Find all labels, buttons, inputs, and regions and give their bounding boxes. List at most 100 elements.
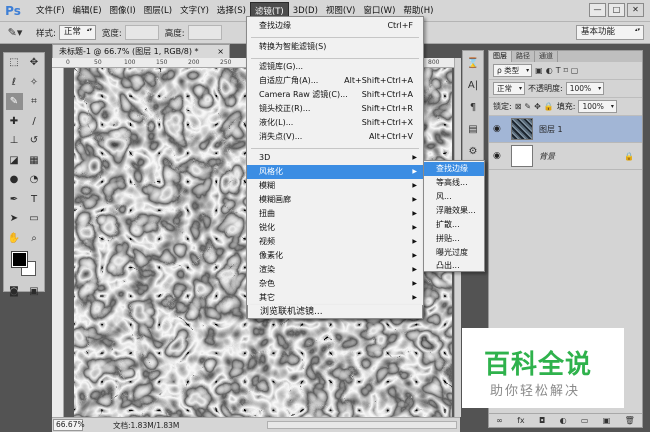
menu-item-video[interactable]: 视频 ▶: [247, 235, 423, 249]
menu-item-camera-raw[interactable]: Camera Raw 滤镜(C)... Shift+Ctrl+A: [247, 88, 423, 102]
clone-stamp-icon[interactable]: ⊥: [6, 132, 23, 149]
workspace-select[interactable]: 基本功能: [576, 25, 644, 40]
document-tab[interactable]: 未标题-1 @ 66.7% (图层 1, RGB/8) * ×: [52, 44, 230, 58]
document-info[interactable]: 文档:1.83M/1.83M: [113, 420, 179, 431]
submenu-item-solarize[interactable]: 曝光过度: [424, 246, 484, 260]
paragraph-panel-icon[interactable]: ¶: [464, 99, 482, 117]
submenu-item-emboss[interactable]: 浮雕效果...: [424, 204, 484, 218]
horizontal-scrollbar[interactable]: [267, 421, 457, 429]
layer-row-background[interactable]: ◉ 背景 🔒: [489, 143, 642, 170]
foreground-color-swatch[interactable]: [11, 251, 28, 268]
layer-style-icon[interactable]: fx: [517, 416, 525, 425]
new-layer-icon[interactable]: ▣: [603, 416, 611, 425]
lasso-tool-icon[interactable]: ℓ: [6, 74, 23, 91]
menu-item-last-filter[interactable]: 查找边缘 Ctrl+F: [247, 19, 423, 33]
menu-file[interactable]: 文件(F): [32, 2, 69, 20]
delete-layer-icon[interactable]: 🗑: [625, 416, 635, 425]
menu-item-filter-gallery[interactable]: 滤镜库(G)...: [247, 60, 423, 74]
gradient-tool-icon[interactable]: ▦: [26, 152, 43, 169]
healing-brush-icon[interactable]: ✚: [6, 113, 23, 130]
layer-kind-filter[interactable]: ρ 类型: [493, 64, 533, 77]
filter-shape-icon[interactable]: ⌑: [564, 66, 568, 75]
link-layers-icon[interactable]: ∞: [496, 416, 503, 425]
fill-field[interactable]: 100%: [578, 100, 617, 113]
adjustment-layer-icon[interactable]: ◐: [560, 416, 567, 425]
width-field[interactable]: [124, 25, 159, 40]
menu-item-convert-smart-filter[interactable]: 转换为智能滤镜(S): [247, 40, 423, 54]
submenu-item-wind[interactable]: 风...: [424, 190, 484, 204]
submenu-item-extrude[interactable]: 凸出...: [424, 259, 484, 273]
submenu-item-contour[interactable]: 等高线...: [424, 176, 484, 190]
layer-row-layer-1[interactable]: ◉ 图层 1: [489, 116, 642, 143]
lock-pixels-icon[interactable]: ✎: [524, 102, 531, 111]
brush-tool-icon[interactable]: /: [26, 113, 43, 130]
zoom-field[interactable]: 66.67%: [53, 419, 85, 431]
menu-item-3d[interactable]: 3D ▶: [247, 151, 423, 165]
eraser-tool-icon[interactable]: ◪: [6, 152, 23, 169]
menu-item-stylize[interactable]: 风格化 ▶: [247, 165, 423, 179]
lock-transparency-icon[interactable]: ⊠: [515, 102, 522, 111]
crop-tool-icon[interactable]: ⌗: [26, 93, 43, 110]
menu-layer[interactable]: 图层(L): [140, 2, 176, 20]
minimize-button[interactable]: —: [589, 3, 606, 17]
pen-tool-icon[interactable]: ✒: [6, 191, 23, 208]
marquee-tool-icon[interactable]: ⬚: [6, 54, 23, 71]
add-mask-icon[interactable]: ◘: [539, 416, 545, 425]
lock-all-icon[interactable]: 🔒: [544, 102, 554, 111]
menu-item-other[interactable]: 其它 ▶: [247, 291, 423, 305]
eyedropper-tool-icon[interactable]: ✎▾: [0, 26, 30, 39]
visibility-eye-icon[interactable]: ◉: [493, 124, 505, 134]
quick-mask-icon[interactable]: ◙: [6, 283, 23, 300]
properties-panel-icon[interactable]: ▤: [464, 121, 482, 139]
menu-select[interactable]: 选择(S): [213, 2, 250, 20]
menu-item-lens-correction[interactable]: 镜头校正(R)... Shift+Ctrl+R: [247, 102, 423, 116]
menu-image[interactable]: 图像(I): [106, 2, 140, 20]
history-panel-icon[interactable]: ⌛: [464, 55, 482, 73]
menu-item-adaptive-wide-angle[interactable]: 自适应广角(A)... Alt+Shift+Ctrl+A: [247, 74, 423, 88]
filter-adjustment-icon[interactable]: ◐: [546, 66, 553, 75]
height-field[interactable]: [187, 25, 222, 40]
zoom-tool-icon[interactable]: ⌕: [26, 230, 43, 247]
filter-pixel-icon[interactable]: ▣: [535, 66, 543, 75]
character-panel-icon[interactable]: A|: [464, 77, 482, 95]
hand-tool-icon[interactable]: ✋: [6, 230, 23, 247]
blend-mode-select[interactable]: 正常: [493, 82, 525, 95]
filter-type-icon[interactable]: T: [556, 66, 561, 75]
menu-item-blur-gallery[interactable]: 模糊画廊 ▶: [247, 193, 423, 207]
restore-button[interactable]: □: [608, 3, 625, 17]
move-tool-icon[interactable]: ✥: [26, 54, 43, 71]
history-brush-icon[interactable]: ↺: [26, 132, 43, 149]
document-tab-close-icon[interactable]: ×: [217, 45, 224, 58]
menu-item-browse-online-filters[interactable]: 浏览联机滤镜...: [247, 305, 423, 319]
tab-layers[interactable]: 图层: [489, 51, 512, 62]
menu-item-blur[interactable]: 模糊 ▶: [247, 179, 423, 193]
opacity-field[interactable]: 100%: [565, 82, 605, 95]
style-select[interactable]: 正常: [58, 25, 96, 40]
type-tool-icon[interactable]: T: [26, 191, 43, 208]
menu-item-pixelate[interactable]: 像素化 ▶: [247, 249, 423, 263]
close-button[interactable]: ✕: [627, 3, 644, 17]
screen-mode-icon[interactable]: ▣: [26, 283, 43, 300]
submenu-item-tiles[interactable]: 拼贴...: [424, 232, 484, 246]
submenu-item-diffuse[interactable]: 扩散...: [424, 218, 484, 232]
eyedropper-tool-icon[interactable]: ✎: [5, 93, 23, 111]
quick-select-tool-icon[interactable]: ✧: [26, 74, 43, 91]
menu-item-distort[interactable]: 扭曲 ▶: [247, 207, 423, 221]
adjustments-panel-icon[interactable]: ⚙: [464, 143, 482, 161]
menu-edit[interactable]: 编辑(E): [69, 2, 106, 20]
tab-channels[interactable]: 通道: [535, 51, 558, 62]
dodge-tool-icon[interactable]: ◔: [26, 171, 43, 188]
submenu-item-find-edges[interactable]: 查找边缘: [424, 162, 484, 176]
filter-smart-icon[interactable]: ▢: [571, 66, 579, 75]
blur-tool-icon[interactable]: ●: [6, 171, 23, 188]
menu-item-vanishing-point[interactable]: 消失点(V)... Alt+Ctrl+V: [247, 130, 423, 144]
menu-item-sharpen[interactable]: 锐化 ▶: [247, 221, 423, 235]
menu-item-render[interactable]: 渲染 ▶: [247, 263, 423, 277]
menu-item-noise[interactable]: 杂色 ▶: [247, 277, 423, 291]
shape-tool-icon[interactable]: ▭: [26, 210, 43, 227]
lock-position-icon[interactable]: ✥: [534, 102, 541, 111]
visibility-eye-icon[interactable]: ◉: [493, 151, 505, 161]
menu-item-liquify[interactable]: 液化(L)... Shift+Ctrl+X: [247, 116, 423, 130]
tab-paths[interactable]: 路径: [512, 51, 535, 62]
new-group-icon[interactable]: ▭: [581, 416, 589, 425]
